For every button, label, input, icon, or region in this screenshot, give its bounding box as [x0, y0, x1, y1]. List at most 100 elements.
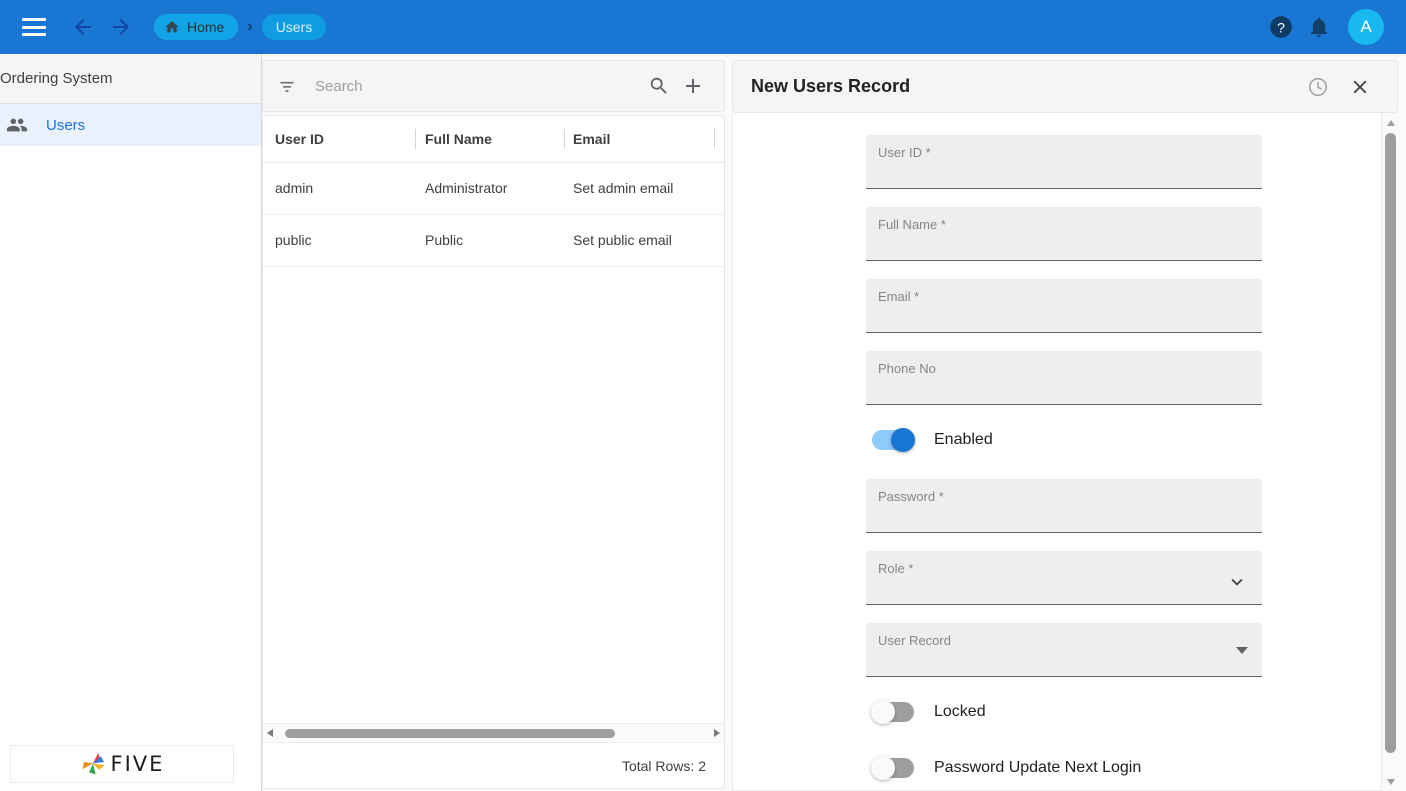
cell-user-id: admin [275, 180, 314, 196]
history-button[interactable] [1297, 66, 1339, 108]
role-field[interactable]: Role * [866, 551, 1262, 605]
hamburger-line [22, 18, 46, 21]
svg-text:?: ? [1277, 19, 1285, 35]
search-button[interactable] [642, 69, 676, 103]
full-name-input[interactable] [878, 231, 1218, 250]
form-body: User ID * Full Name * Email * Phone No E… [732, 113, 1398, 791]
sidebar: Ordering System Users FIVE [0, 54, 262, 791]
arrow-left-icon [75, 19, 91, 35]
table-row[interactable]: public Public Set public email [263, 215, 724, 267]
column-divider[interactable] [415, 129, 416, 149]
breadcrumb: Home › Users [154, 14, 327, 40]
scrollbar-track[interactable] [279, 724, 708, 742]
search-input[interactable] [313, 76, 642, 96]
user-id-field[interactable]: User ID * [866, 135, 1262, 189]
breadcrumb-item-users[interactable]: Users [261, 14, 327, 40]
search-icon [650, 77, 667, 94]
email-field[interactable]: Email * [866, 279, 1262, 333]
hamburger-line [22, 25, 46, 29]
scrollbar-thumb[interactable] [1385, 133, 1396, 753]
sidebar-item-users[interactable]: Users [0, 104, 261, 146]
sidebar-item-label: Users [46, 116, 86, 134]
locked-toggle-label: Locked [934, 703, 986, 720]
scrollbar-thumb[interactable] [285, 728, 615, 738]
column-header-full-name[interactable]: Full Name [425, 131, 492, 147]
toggle-knob [871, 756, 895, 780]
password-field[interactable]: Password * [866, 479, 1262, 533]
bell-icon [1311, 17, 1327, 37]
user-id-input[interactable] [878, 159, 1218, 178]
close-button[interactable] [1339, 66, 1381, 108]
phone-no-field[interactable]: Phone No [866, 351, 1262, 405]
table-header-row: User ID Full Name Email [263, 116, 724, 163]
application-window: Home › Users ? A Ordering System Users F… [0, 0, 1406, 791]
chevron-down-icon[interactable] [1226, 571, 1248, 598]
scroll-left-arrow-icon[interactable] [263, 728, 279, 738]
users-table: User ID Full Name Email admin Administra… [262, 115, 725, 789]
caret-down-icon[interactable] [1236, 647, 1248, 654]
forward-button[interactable] [104, 10, 138, 44]
home-icon [164, 19, 180, 35]
arrow-right-icon [113, 19, 129, 35]
add-record-button[interactable] [676, 69, 710, 103]
column-header-user-id[interactable]: User ID [275, 131, 324, 147]
table-horizontal-scrollbar[interactable] [263, 723, 724, 741]
form-vertical-scrollbar[interactable] [1381, 113, 1398, 791]
sidebar-title: Ordering System [0, 54, 261, 104]
email-label: Email * [878, 289, 920, 304]
toggle-knob [871, 700, 895, 724]
enabled-toggle[interactable] [872, 428, 915, 452]
breadcrumb-users-label: Users [275, 19, 313, 35]
avatar[interactable]: A [1348, 9, 1384, 45]
password-update-next-login-toggle-label: Password Update Next Login [934, 759, 1142, 776]
user-record-field[interactable]: User Record [866, 623, 1262, 677]
full-name-label: Full Name * [878, 217, 946, 232]
help-circle-icon: ? [1270, 16, 1292, 38]
scroll-up-arrow-icon[interactable] [1382, 115, 1399, 130]
scroll-right-arrow-icon[interactable] [708, 728, 724, 738]
total-rows-label: Total Rows: 2 [621, 757, 706, 774]
avatar-initial: A [1360, 17, 1372, 36]
phone-no-input[interactable] [878, 375, 1218, 394]
breadcrumb-item-home[interactable]: Home [154, 14, 239, 40]
password-input[interactable] [878, 503, 1218, 522]
table-footer: Total Rows: 2 [263, 742, 724, 788]
form-header-actions [1297, 66, 1381, 108]
column-divider[interactable] [714, 129, 715, 149]
back-button[interactable] [66, 10, 100, 44]
column-header-email[interactable]: Email [573, 131, 610, 147]
plus-icon [686, 79, 700, 93]
brand-name: FIVE [110, 752, 165, 776]
email-input[interactable] [878, 303, 1218, 322]
toggle-knob [891, 428, 915, 452]
user-id-label: User ID * [878, 145, 931, 160]
table-row[interactable]: admin Administrator Set admin email [263, 163, 724, 215]
five-pinwheel-logo-icon [82, 752, 105, 775]
password-update-next-login-toggle-row: Password Update Next Login [871, 751, 1262, 785]
locked-toggle-row: Locked [871, 695, 1262, 729]
notifications-button[interactable] [1300, 8, 1338, 46]
list-panel: User ID Full Name Email admin Administra… [262, 60, 725, 789]
top-bar-actions: ? A [1262, 8, 1384, 46]
close-icon [1353, 80, 1367, 93]
enabled-toggle-label: Enabled [934, 431, 993, 448]
password-update-next-login-toggle[interactable] [871, 756, 914, 780]
hamburger-line [22, 33, 46, 36]
cell-email: Set public email [573, 232, 672, 248]
locked-toggle[interactable] [871, 700, 914, 724]
column-divider[interactable] [564, 129, 565, 149]
enabled-toggle-row: Enabled [872, 423, 1262, 457]
role-label: Role * [878, 561, 914, 576]
password-label: Password * [878, 489, 944, 504]
search-bar [262, 60, 725, 112]
top-app-bar: Home › Users ? A [0, 0, 1406, 54]
scroll-down-arrow-icon[interactable] [1382, 774, 1399, 789]
filter-icon[interactable] [277, 76, 299, 96]
hamburger-menu-icon[interactable] [22, 18, 46, 36]
cell-full-name: Administrator [425, 180, 508, 196]
help-button[interactable]: ? [1262, 8, 1300, 46]
full-name-field[interactable]: Full Name * [866, 207, 1262, 261]
record-form-panel: New Users Record User ID * Full Name * E… [732, 60, 1398, 791]
cell-user-id: public [275, 232, 312, 248]
cell-full-name: Public [425, 232, 464, 248]
